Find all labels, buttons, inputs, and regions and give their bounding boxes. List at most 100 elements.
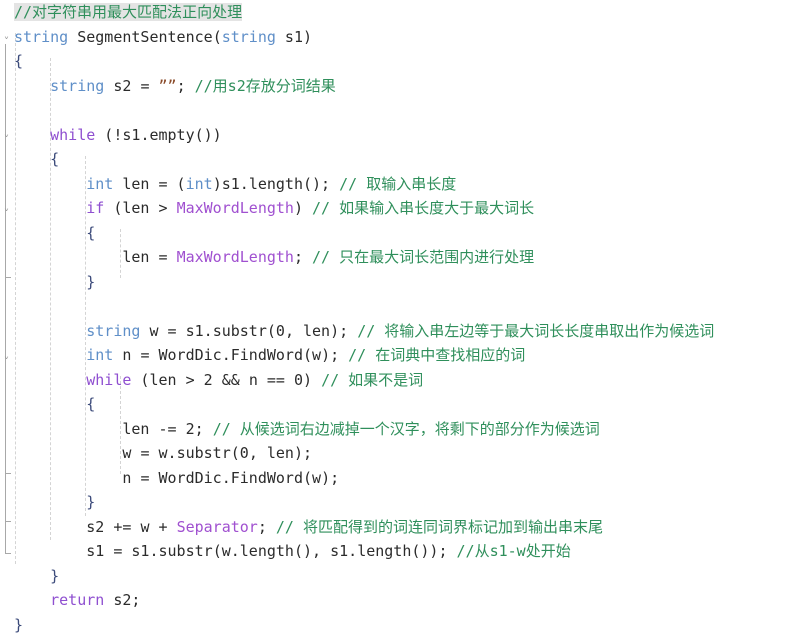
code-line[interactable]: s2 += w + Separator; // 将匹配得到的词连同词界标记加到输… — [14, 515, 603, 540]
code-token-punct: ( — [104, 199, 122, 217]
code-line[interactable]: while (len > 2 && n == 0) // 如果不是词 — [14, 368, 423, 393]
code-token-ctrl: return — [50, 591, 104, 609]
code-token-ident: length — [357, 542, 411, 560]
code-token-ident: s2 — [104, 77, 140, 95]
code-token-ind — [14, 150, 50, 168]
code-line[interactable]: //对字符串用最大匹配法正向处理 — [14, 0, 242, 25]
code-token-cmt: // 将匹配得到的词连同词界标记加到输出串末尾 — [276, 518, 603, 536]
code-line[interactable]: } — [14, 490, 95, 515]
code-token-brace: { — [14, 52, 23, 70]
code-token-ind — [14, 567, 50, 585]
code-token-punct: = — [159, 248, 177, 266]
code-line[interactable]: { — [14, 49, 23, 74]
code-token-brace: { — [86, 224, 95, 242]
code-line[interactable]: { — [14, 392, 95, 417]
code-line[interactable]: if (len > MaxWordLength) // 如果输入串长度大于最大词… — [14, 196, 534, 221]
code-token-punct: = — [168, 322, 186, 340]
code-token-kw: int — [186, 175, 213, 193]
code-token-punct: ( — [131, 371, 149, 389]
code-token-cmt: // 取输入串长度 — [339, 175, 456, 193]
code-token-punct: ()) — [195, 126, 222, 144]
code-token-punct: && — [213, 371, 249, 389]
code-line[interactable]: len -= 2; // 从候选词右边减掉一个汉字，将剩下的部分作为候选词 — [14, 417, 600, 442]
code-line[interactable]: } — [14, 270, 95, 295]
code-token-ident: substr — [177, 444, 231, 462]
code-token-ident: FindWord — [231, 346, 303, 364]
code-token-ident: length — [249, 175, 303, 193]
code-token-ctrl: while — [50, 126, 95, 144]
code-token-ident: s2 — [104, 591, 131, 609]
code-token-punct: ; — [195, 420, 213, 438]
code-token-kw: string — [14, 28, 68, 46]
code-token-brace: } — [50, 567, 59, 585]
code-token-ident: length — [240, 542, 294, 560]
code-token-ind — [14, 591, 50, 609]
code-token-ind — [14, 542, 86, 560]
code-token-punct: ; — [177, 77, 195, 95]
code-token-num: 0 — [294, 371, 303, 389]
code-line[interactable]: string w = s1.substr(0, len); // 将输入串左边等… — [14, 319, 714, 344]
code-token-ident: len — [122, 420, 158, 438]
code-token-ind — [14, 493, 86, 511]
code-token-punct: . — [222, 469, 231, 487]
code-token-ident: len — [113, 175, 158, 193]
code-token-ident: w — [312, 346, 321, 364]
code-token-punct: ); — [321, 469, 339, 487]
code-text-layer[interactable]: //对字符串用最大匹配法正向处理string SegmentSentence(s… — [0, 0, 800, 564]
code-token-ident: s1 — [330, 542, 348, 560]
code-token-ind — [14, 126, 50, 144]
code-token-cmt: // 只在最大词长范围内进行处理 — [312, 248, 534, 266]
code-line[interactable]: n = WordDic.FindWord(w); — [14, 466, 339, 491]
code-token-punct: + — [159, 518, 177, 536]
code-token-num: 0 — [240, 444, 249, 462]
code-token-ident: len — [303, 322, 330, 340]
code-token-punct: (! — [95, 126, 122, 144]
code-line[interactable]: string s2 = ””; //用s2存放分词结果 — [14, 74, 336, 99]
code-token-punct: += — [113, 518, 140, 536]
code-token-punct: = — [113, 542, 131, 560]
code-editor[interactable]: ˅ ˅ ˅ ˅ //对字符串用最大匹配法正向处理string SegmentSe… — [0, 0, 800, 564]
code-token-ident: s1 — [131, 542, 149, 560]
code-line[interactable]: } — [14, 613, 23, 637]
code-token-ident: SegmentSentence — [68, 28, 213, 46]
code-token-punct: ()); — [411, 542, 456, 560]
code-token-punct: ); — [321, 346, 348, 364]
code-token-punct: (); — [303, 175, 339, 193]
code-token-ctrl: if — [86, 199, 104, 217]
code-line[interactable]: w = w.substr(0, len); — [14, 441, 312, 466]
code-line[interactable]: int n = WordDic.FindWord(w); // 在词典中查找相应… — [14, 343, 525, 368]
code-line[interactable]: return s2; — [14, 588, 140, 613]
code-token-punct: = — [140, 77, 158, 95]
code-token-kw: int — [86, 346, 113, 364]
code-token-ctrl: while — [86, 371, 131, 389]
code-token-ident: WordDic — [159, 469, 222, 487]
code-token-punct: ) — [303, 28, 312, 46]
code-line[interactable]: } — [14, 564, 59, 589]
code-line[interactable]: s1 = s1.substr(w.length(), s1.length());… — [14, 539, 571, 564]
selection-highlight: //对字符串用最大匹配法正向处理 — [14, 3, 242, 21]
code-line[interactable]: len = MaxWordLength; // 只在最大词长范围内进行处理 — [14, 245, 534, 270]
code-line[interactable]: { — [14, 221, 95, 246]
code-token-punct: > — [159, 199, 177, 217]
code-token-ind — [14, 273, 86, 291]
code-token-brace: } — [14, 616, 23, 634]
code-token-ident: n — [122, 469, 140, 487]
code-token-punct: . — [240, 175, 249, 193]
code-token-punct: ( — [231, 444, 240, 462]
code-token-ident: w — [312, 469, 321, 487]
code-token-ind — [14, 224, 86, 242]
code-line[interactable]: string SegmentSentence(string s1) — [14, 25, 312, 50]
code-token-ident: len — [267, 444, 294, 462]
code-line[interactable]: { — [14, 147, 59, 172]
code-token-punct: ( — [267, 322, 276, 340]
code-token-const: Separator — [177, 518, 258, 536]
code-token-ind — [14, 346, 86, 364]
code-token-punct: ; — [294, 248, 312, 266]
code-token-kw: string — [50, 77, 104, 95]
code-token-punct: . — [149, 542, 158, 560]
code-token-ident: w — [222, 542, 231, 560]
code-line[interactable]: while (!s1.empty()) — [14, 123, 222, 148]
code-token-ident: s2 — [86, 518, 113, 536]
code-line[interactable]: int len = (int)s1.length(); // 取输入串长度 — [14, 172, 456, 197]
code-token-ident: substr — [213, 322, 267, 340]
